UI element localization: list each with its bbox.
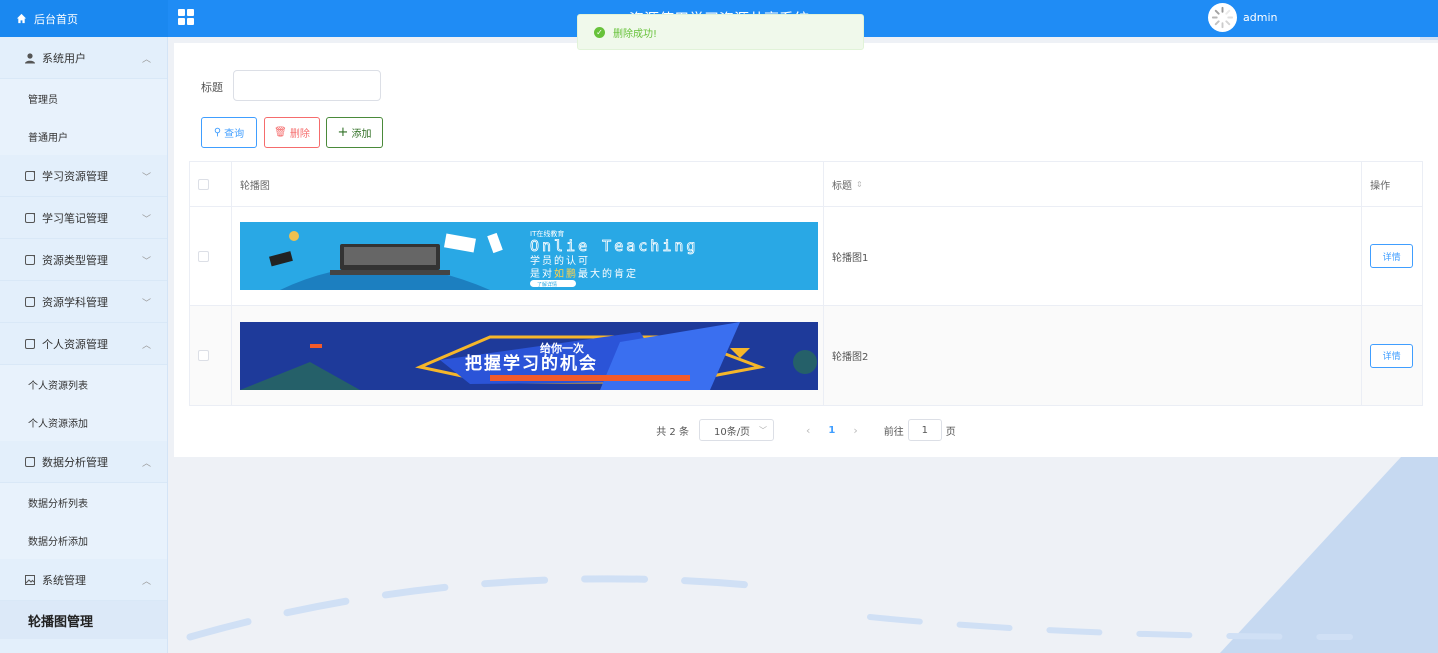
goto-suffix: 页 bbox=[945, 426, 956, 438]
pagination-total: 共 2 条 bbox=[656, 426, 689, 438]
banner-line1: 给你一次 bbox=[540, 341, 584, 355]
image-icon bbox=[25, 574, 35, 585]
query-button[interactable]: ⚲ 查询 bbox=[201, 117, 257, 148]
banner-line2c: 最大的肯定 bbox=[578, 267, 638, 280]
sort-icon[interactable]: ⇕ bbox=[856, 180, 863, 189]
menu-icon bbox=[25, 456, 35, 467]
sidebar-group-learning-resources[interactable]: 学习资源管理 ﹀ bbox=[0, 155, 167, 197]
user-icon bbox=[25, 52, 35, 63]
delete-button[interactable]: 🗑 删除 bbox=[264, 117, 320, 148]
sidebar-group-label: 学习笔记管理 bbox=[42, 211, 108, 225]
query-label: 查询 bbox=[224, 129, 245, 140]
row-title: 轮播图2 bbox=[824, 306, 1363, 405]
sidebar-item-users[interactable]: 普通用户 bbox=[0, 117, 167, 155]
row-checkbox[interactable] bbox=[198, 250, 209, 262]
row-title: 轮播图1 bbox=[824, 207, 1363, 305]
sidebar-group-label: 系统管理 bbox=[42, 573, 86, 587]
table-row: 给你一次 把握学习的机会 轮播图2 详情 bbox=[190, 306, 1422, 405]
banner-line2a: 是对 bbox=[530, 267, 554, 280]
sidebar-group-label: 个人资源管理 bbox=[42, 337, 108, 351]
banner-line2b: 如鹏 bbox=[554, 267, 578, 280]
banner-table: 轮播图 标题 ⇕ 操作 IT在线教育 Onlie Teaching 学员的认可 … bbox=[189, 161, 1423, 406]
svg-text:是对如鹏最大的肯定: 是对如鹏最大的肯定 bbox=[530, 267, 638, 280]
chevron-down-icon: ﹀ bbox=[141, 257, 151, 267]
sidebar-group-notes[interactable]: 学习笔记管理 ﹀ bbox=[0, 197, 167, 239]
column-title-label: 标题 bbox=[831, 180, 852, 192]
sidebar-item-banner-management[interactable]: 轮播图管理 bbox=[0, 601, 167, 639]
sidebar-group-subjects[interactable]: 资源学科管理 ﹀ bbox=[0, 281, 167, 323]
add-button[interactable]: + 添加 bbox=[326, 117, 383, 148]
column-header-title[interactable]: 标题 ⇕ bbox=[824, 162, 1363, 206]
toast-message: 删除成功! bbox=[613, 28, 658, 40]
chevron-down-icon: ﹀ bbox=[141, 299, 151, 309]
chevron-down-icon: ﹀ bbox=[758, 425, 767, 435]
sidebar-item-admin[interactable]: 管理员 bbox=[0, 79, 167, 117]
chevron-down-icon: ﹀ bbox=[141, 215, 151, 225]
detail-button[interactable]: 详情 bbox=[1370, 244, 1414, 268]
title-search-input[interactable] bbox=[233, 70, 381, 101]
sidebar-group-label: 学习资源管理 bbox=[42, 169, 108, 183]
column-header-image: 轮播图 bbox=[232, 162, 824, 206]
menu-icon bbox=[25, 338, 35, 349]
sidebar-item-analytics-list[interactable]: 数据分析列表 bbox=[0, 483, 167, 521]
banner-image-1[interactable]: IT在线教育 Onlie Teaching 学员的认可 是对如鹏最大的肯定 了解… bbox=[239, 222, 818, 290]
banner-image-2[interactable]: 给你一次 把握学习的机会 bbox=[239, 321, 818, 390]
search-label: 标题 bbox=[201, 81, 223, 94]
goto-page: 前往 1 页 bbox=[884, 419, 956, 441]
sidebar: 系统用户 ︿ 管理员 普通用户 学习资源管理 ﹀ 学习笔记管理 ﹀ 资源类型管理… bbox=[0, 37, 168, 653]
sidebar-group-label: 系统用户 bbox=[42, 51, 86, 65]
avatar bbox=[1208, 3, 1237, 32]
sidebar-group-system-users[interactable]: 系统用户 ︿ bbox=[0, 37, 167, 79]
content-panel: 标题 ⚲ 查询 🗑 删除 + 添加 轮播图 标题 ⇕ 操作 IT在线教育 Onl… bbox=[174, 43, 1438, 457]
sidebar-group-system-management[interactable]: 系统管理 ︿ bbox=[0, 559, 167, 601]
add-label: 添加 bbox=[351, 129, 372, 140]
goto-value: 1 bbox=[921, 424, 928, 436]
pagination: 共 2 条 10条/页 ﹀ ‹ 1 › 前往 1 页 bbox=[174, 419, 1438, 441]
chevron-up-icon: ︿ bbox=[141, 459, 151, 469]
sidebar-item-personal-add[interactable]: 个人资源添加 bbox=[0, 403, 167, 441]
page-size-select[interactable]: 10条/页 ﹀ bbox=[698, 419, 774, 441]
chevron-up-icon: ︿ bbox=[141, 577, 151, 587]
check-circle-icon: ✓ bbox=[594, 26, 605, 38]
sidebar-group-personal-resources[interactable]: 个人资源管理 ︿ bbox=[0, 323, 167, 365]
delete-label: 删除 bbox=[289, 129, 310, 140]
row-checkbox[interactable] bbox=[198, 350, 209, 361]
column-header-actions: 操作 bbox=[1370, 180, 1391, 192]
sidebar-item-analytics-add[interactable]: 数据分析添加 bbox=[0, 521, 167, 559]
sidebar-item-personal-list[interactable]: 个人资源列表 bbox=[0, 365, 167, 403]
banner-line1: 学员的认可 bbox=[530, 254, 590, 267]
sidebar-group-analytics[interactable]: 数据分析管理 ︿ bbox=[0, 441, 167, 483]
chevron-up-icon: ︿ bbox=[141, 55, 151, 65]
search-icon: ⚲ bbox=[213, 127, 222, 138]
goto-prefix: 前往 bbox=[883, 426, 904, 438]
table-header: 轮播图 标题 ⇕ 操作 bbox=[190, 162, 1422, 207]
page-size-value: 10条/页 bbox=[713, 426, 751, 438]
username: admin bbox=[1243, 11, 1278, 24]
menu-icon bbox=[25, 296, 35, 307]
sidebar-group-resource-types[interactable]: 资源类型管理 ﹀ bbox=[0, 239, 167, 281]
loading-spinner-icon bbox=[1211, 6, 1234, 29]
plus-icon: + bbox=[337, 125, 349, 140]
banner-headline: Onlie Teaching bbox=[530, 237, 698, 255]
banner-pill: 了解详情 bbox=[537, 281, 557, 288]
banner-line2: 把握学习的机会 bbox=[465, 353, 598, 374]
select-all-checkbox[interactable] bbox=[198, 178, 209, 190]
sidebar-group-label: 资源类型管理 bbox=[42, 253, 108, 267]
user-menu[interactable]: admin bbox=[1208, 3, 1277, 32]
menu-icon bbox=[25, 254, 35, 265]
goto-page-input[interactable]: 1 bbox=[907, 419, 942, 441]
menu-icon bbox=[25, 170, 35, 181]
sidebar-group-label: 资源学科管理 bbox=[42, 295, 108, 309]
chevron-up-icon: ︿ bbox=[141, 341, 151, 351]
trash-icon: 🗑 bbox=[274, 127, 287, 138]
sidebar-group-label: 数据分析管理 bbox=[42, 455, 108, 469]
next-page-icon[interactable]: › bbox=[853, 424, 857, 437]
page-number[interactable]: 1 bbox=[828, 425, 835, 436]
chevron-down-icon: ﹀ bbox=[141, 173, 151, 183]
detail-button[interactable]: 详情 bbox=[1370, 343, 1414, 368]
table-row: IT在线教育 Onlie Teaching 学员的认可 是对如鹏最大的肯定 了解… bbox=[190, 207, 1422, 306]
success-toast: ✓ 删除成功! bbox=[577, 14, 864, 50]
prev-page-icon[interactable]: ‹ bbox=[806, 424, 810, 437]
menu-icon bbox=[25, 212, 35, 223]
